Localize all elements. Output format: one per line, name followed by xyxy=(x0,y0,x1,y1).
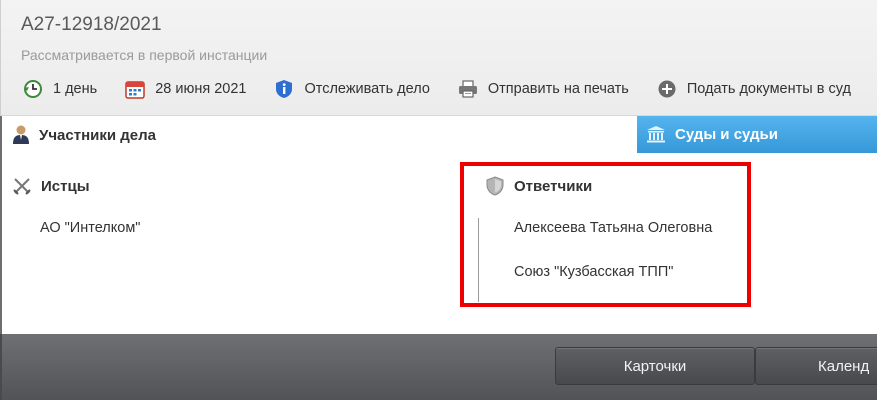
red-highlight-box xyxy=(460,162,751,307)
tab-courts-and-judges[interactable]: Суды и судьи xyxy=(637,116,877,153)
duration-item[interactable]: 1 день xyxy=(22,78,97,100)
case-toolbar: 1 день 28 июня 2021 Отслеживать дело Отп… xyxy=(22,76,877,102)
duration-label: 1 день xyxy=(53,81,98,97)
track-case-button[interactable]: Отслеживать дело xyxy=(273,78,430,100)
submit-documents-button[interactable]: Подать документы в суд xyxy=(656,78,851,100)
page-bottom-strip xyxy=(0,400,877,410)
cards-button[interactable]: Карточки xyxy=(555,347,755,385)
participants-title-label: Участники дела xyxy=(39,126,156,144)
clock-history-icon xyxy=(22,78,44,100)
printer-icon xyxy=(457,78,479,100)
case-header: А27-12918/2021 Рассматривается в первой … xyxy=(0,0,877,116)
bottom-navigation-bar: Карточки Календ xyxy=(0,334,877,400)
person-icon xyxy=(12,124,32,146)
tab-courts-label: Суды и судьи xyxy=(675,126,778,143)
case-number: А27-12918/2021 xyxy=(21,14,162,35)
calendar-icon xyxy=(124,78,146,100)
plaintiffs-heading: Истцы xyxy=(12,176,90,196)
plaintiff-item[interactable]: АО "Интелком" xyxy=(40,220,140,236)
info-shield-icon xyxy=(273,78,295,100)
print-button[interactable]: Отправить на печать xyxy=(457,78,629,100)
participants-title: Участники дела xyxy=(12,124,156,146)
crossed-swords-icon xyxy=(12,176,32,196)
calendar-button[interactable]: Календ xyxy=(755,347,877,385)
track-case-label: Отслеживать дело xyxy=(304,81,430,97)
left-divider xyxy=(0,116,2,334)
print-label: Отправить на печать xyxy=(487,81,629,97)
date-item[interactable]: 28 июня 2021 xyxy=(124,78,246,100)
courthouse-icon xyxy=(646,125,668,145)
submit-documents-label: Подать документы в суд xyxy=(686,81,851,97)
date-label: 28 июня 2021 xyxy=(155,81,247,97)
case-status: Рассматривается в первой инстанции xyxy=(21,47,268,63)
plaintiffs-heading-label: Истцы xyxy=(41,177,90,195)
plus-circle-icon xyxy=(656,78,678,100)
